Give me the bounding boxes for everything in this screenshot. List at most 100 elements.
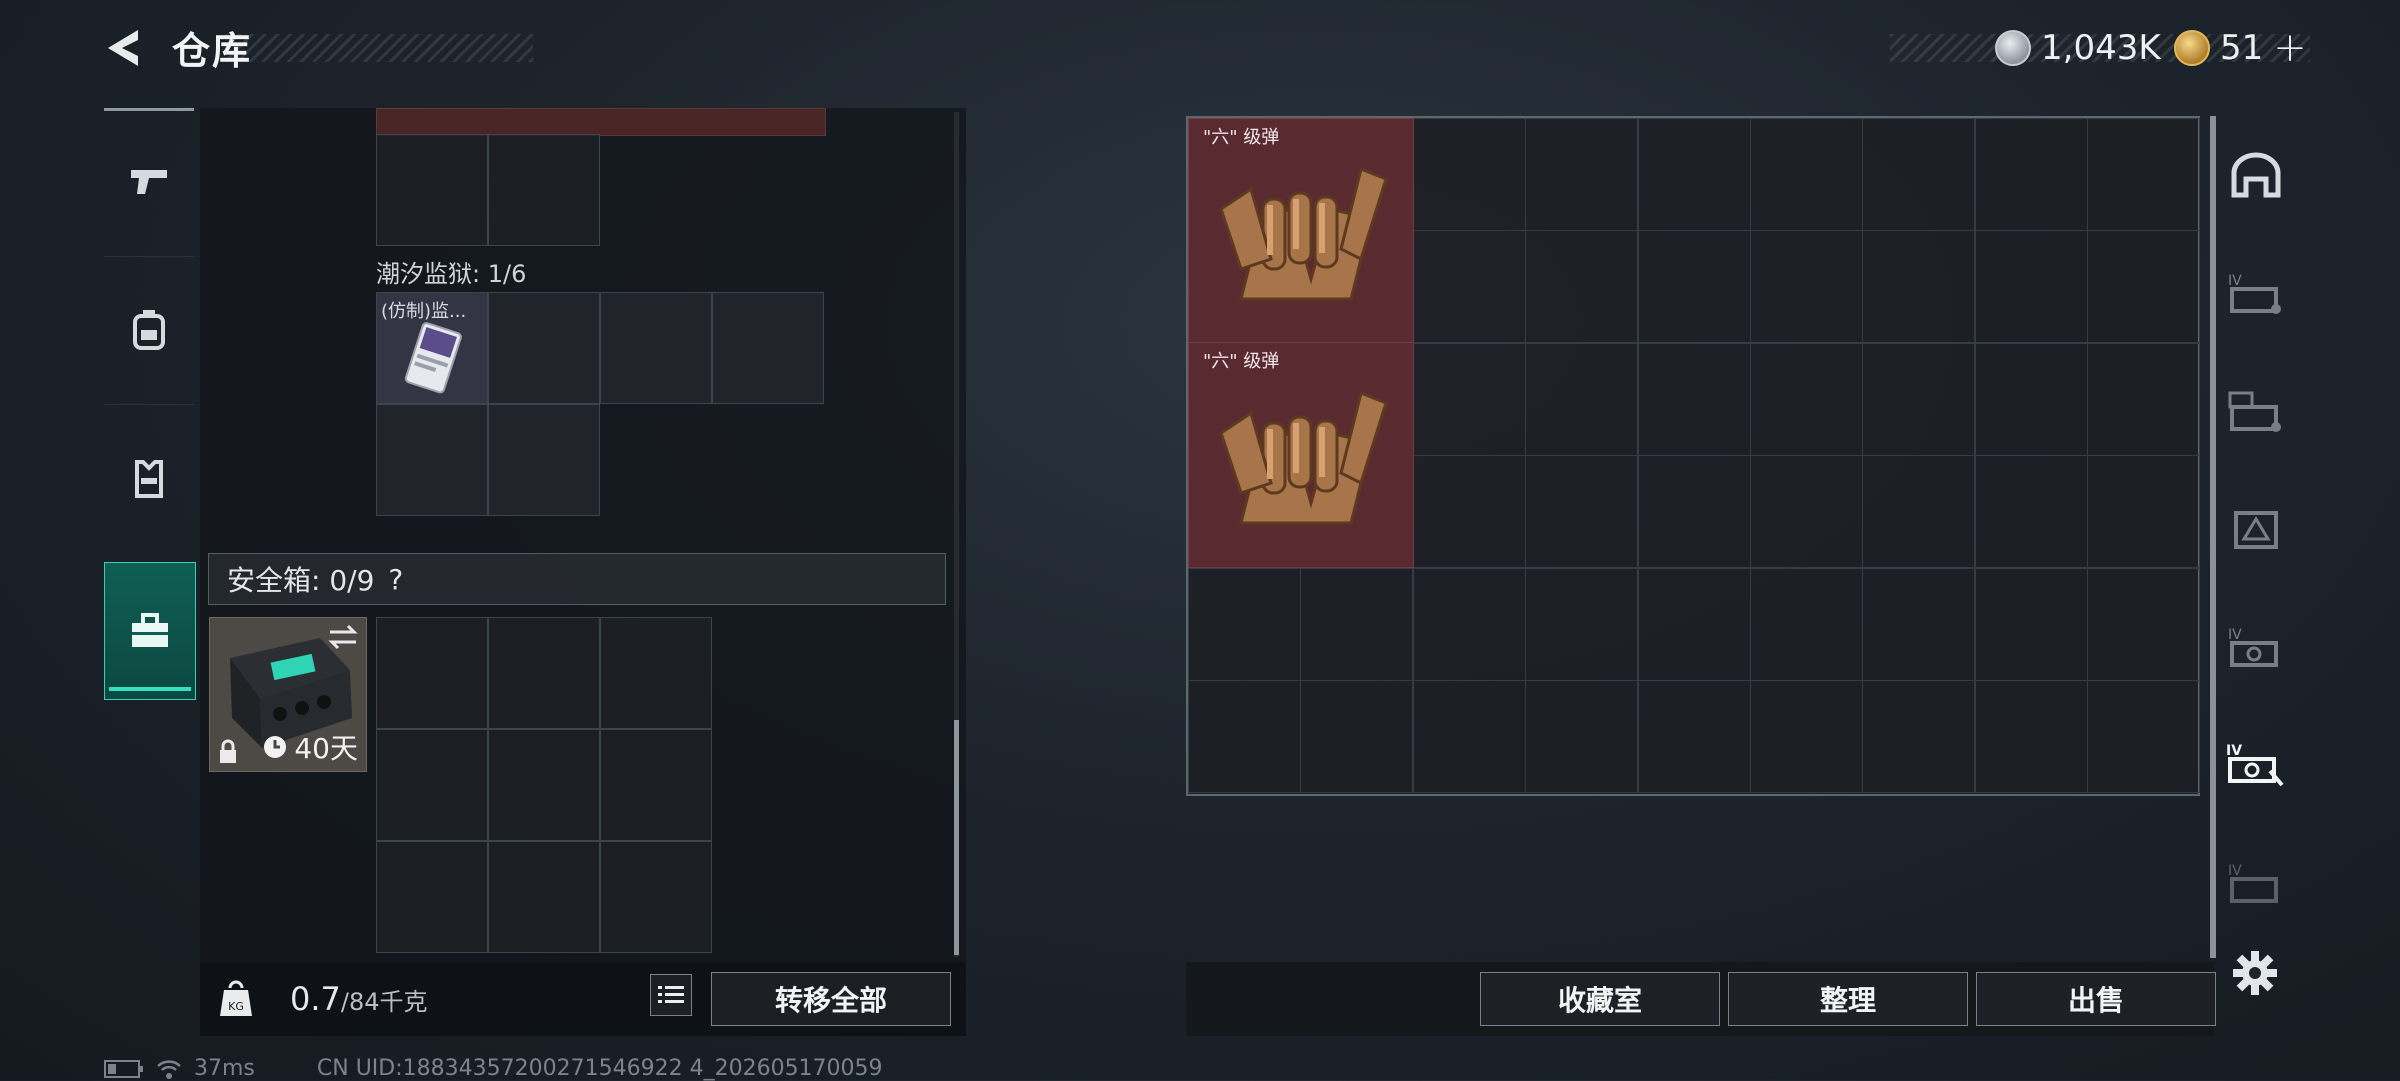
rail-item-weapon[interactable] — [104, 108, 194, 255]
safe-cell[interactable] — [488, 841, 600, 953]
stash-cell[interactable] — [1637, 118, 1751, 231]
stash-tab-1[interactable] — [2218, 116, 2294, 234]
safebox-duration: 40天 — [262, 727, 358, 767]
stash-cell[interactable] — [1188, 567, 1301, 681]
rail-item-case[interactable] — [104, 562, 196, 700]
stash-cell[interactable] — [1637, 230, 1751, 344]
stash-cell[interactable] — [1637, 342, 1751, 456]
stash-cell[interactable] — [1300, 680, 1414, 793]
safebox-label: 安全箱: 0/9 — [227, 564, 375, 597]
grid-cell[interactable] — [600, 292, 712, 404]
stash-cell[interactable] — [1412, 455, 1526, 569]
grid-cell[interactable] — [488, 404, 600, 516]
ammo-item[interactable]: "六" 级弹 — [1188, 118, 1414, 344]
transfer-all-button[interactable]: 转移全部 — [711, 972, 951, 1026]
stash-cell[interactable] — [1412, 567, 1526, 681]
stash-cell[interactable] — [1525, 118, 1639, 231]
stash-cell[interactable] — [1188, 680, 1301, 793]
collection-button[interactable]: 收藏室 — [1480, 972, 1720, 1026]
stash-cell[interactable] — [1974, 118, 2088, 231]
safe-cell[interactable] — [488, 617, 600, 729]
stash-cell[interactable] — [1637, 455, 1751, 569]
swap-icon[interactable] — [328, 624, 358, 650]
rail-item-backpack[interactable] — [104, 256, 194, 403]
grid-cell[interactable] — [376, 134, 488, 246]
settings-gear-icon[interactable] — [2232, 950, 2278, 996]
safe-cell[interactable] — [488, 729, 600, 841]
scrollbar-thumb[interactable] — [954, 720, 959, 955]
safe-cell[interactable] — [376, 841, 488, 953]
stash-cell[interactable] — [1525, 567, 1639, 681]
stash-tab-5[interactable]: IV — [2218, 588, 2294, 706]
stash-cell[interactable] — [1750, 680, 1863, 793]
stash-cell[interactable] — [2087, 567, 2201, 681]
stash-cell[interactable] — [1412, 342, 1526, 456]
stash-cell[interactable] — [1862, 342, 1976, 456]
grid-cell[interactable] — [376, 404, 488, 516]
gold-currency[interactable]: 51 + — [2174, 24, 2307, 72]
stash-cell[interactable] — [1525, 230, 1639, 344]
add-currency-icon[interactable]: + — [2273, 25, 2307, 71]
sort-button[interactable]: 整理 — [1728, 972, 1968, 1026]
stash-cell[interactable] — [1750, 342, 1863, 456]
stash-cell[interactable] — [1862, 118, 1976, 231]
stash-cell[interactable] — [1750, 118, 1863, 231]
stash-tab-2[interactable]: IV — [2218, 234, 2294, 352]
title-decoration — [225, 34, 533, 62]
stash-cell[interactable] — [1412, 118, 1526, 231]
stash-cell[interactable] — [2087, 342, 2201, 456]
stash-cell[interactable] — [1525, 455, 1639, 569]
stash-tab-7[interactable]: IV — [2218, 824, 2294, 942]
rail-item-vest[interactable] — [104, 404, 194, 551]
safe-cell[interactable] — [376, 617, 488, 729]
stash-cell[interactable] — [2087, 680, 2201, 793]
stash-cell[interactable] — [2087, 118, 2201, 231]
stash-tab-3[interactable] — [2218, 352, 2294, 470]
stash-cell[interactable] — [1300, 567, 1414, 681]
grid-cell[interactable] — [488, 134, 600, 246]
gold-coin-icon — [2174, 30, 2210, 66]
stash-scrollbar[interactable] — [2210, 116, 2216, 958]
safebox-item[interactable]: 40天 — [209, 617, 367, 772]
stash-cell[interactable] — [2087, 455, 2201, 569]
stash-cell[interactable] — [1412, 230, 1526, 344]
grid-cell[interactable] — [712, 292, 824, 404]
stash-tab-4[interactable] — [2218, 470, 2294, 588]
item-strip[interactable] — [376, 108, 826, 136]
card-g3-icon — [2228, 391, 2281, 432]
stash-cell[interactable] — [1637, 680, 1751, 793]
stash-cell[interactable] — [1974, 680, 2088, 793]
case-icon — [132, 613, 168, 647]
stash-cell[interactable] — [1750, 567, 1863, 681]
stash-cell[interactable] — [1974, 230, 2088, 344]
list-view-button[interactable] — [650, 974, 692, 1016]
safe-cell[interactable] — [600, 729, 712, 841]
sell-button[interactable]: 出售 — [1976, 972, 2216, 1026]
stash-cell[interactable] — [2087, 230, 2201, 344]
stash-cell[interactable] — [1974, 342, 2088, 456]
stash-cell[interactable] — [1862, 680, 1976, 793]
user-uid: CN UID:18834357200271546922 4_2026051700… — [316, 1056, 883, 1081]
back-icon[interactable] — [100, 24, 148, 72]
stash-cell[interactable] — [1412, 680, 1526, 793]
svg-text:IV: IV — [2228, 863, 2242, 879]
help-icon[interactable]: ? — [388, 563, 403, 596]
safe-cell[interactable] — [600, 841, 712, 953]
stash-cell[interactable] — [1750, 230, 1863, 344]
grid-cell[interactable] — [488, 292, 600, 404]
stash-cell[interactable] — [1862, 567, 1976, 681]
stash-cell[interactable] — [1974, 567, 2088, 681]
stash-cell[interactable] — [1525, 342, 1639, 456]
stash-cell[interactable] — [1525, 680, 1639, 793]
card-item-slot[interactable]: (仿制)监... — [376, 292, 488, 404]
lock-icon — [220, 739, 236, 763]
stash-cell[interactable] — [1637, 567, 1751, 681]
ammo-item[interactable]: "六" 级弹 — [1188, 342, 1414, 568]
safe-cell[interactable] — [600, 617, 712, 729]
stash-cell[interactable] — [1862, 230, 1976, 344]
stash-cell[interactable] — [1750, 455, 1863, 569]
stash-tab-6[interactable]: IV — [2218, 706, 2294, 824]
stash-cell[interactable] — [1862, 455, 1976, 569]
stash-cell[interactable] — [1974, 455, 2088, 569]
safe-cell[interactable] — [376, 729, 488, 841]
